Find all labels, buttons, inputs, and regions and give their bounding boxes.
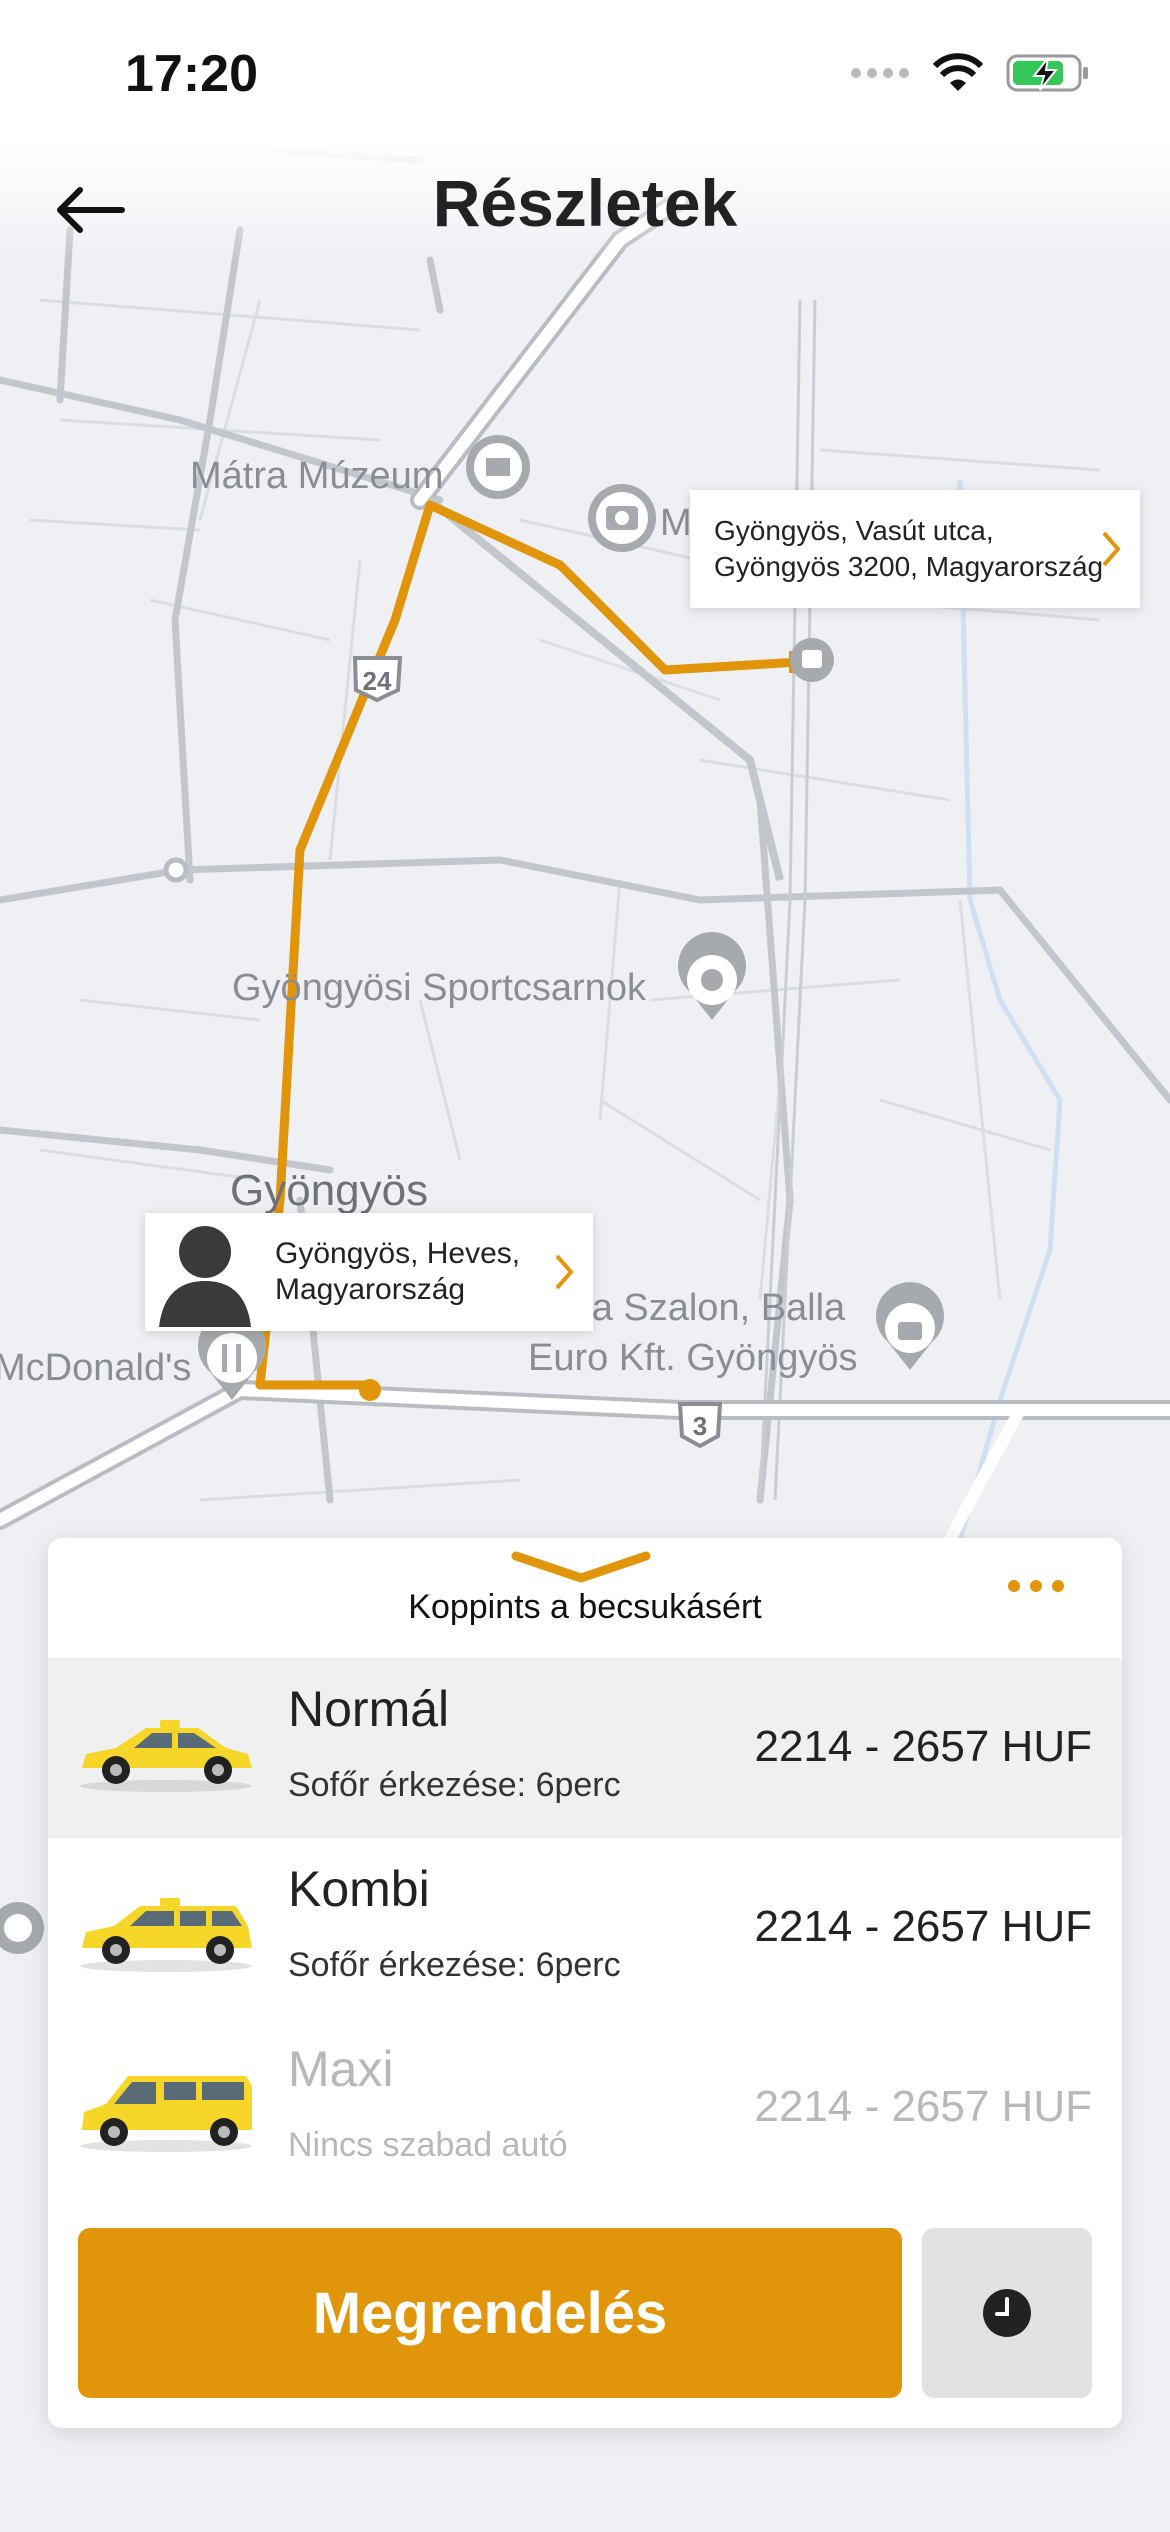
mcdonalds-map-label: McDonald's (0, 1347, 191, 1389)
collapse-hint[interactable]: Koppints a becsukásért (48, 1588, 1122, 1627)
car-selection-sheet: Koppints a becsukásért Normál Sofőr érke… (48, 1538, 1122, 2428)
price-range: 2214 - 2657 HUF (754, 2082, 1092, 2131)
more-dots-icon (1008, 1580, 1064, 1592)
car-name: Maxi (288, 2041, 394, 2097)
pickup-line2: Magyarország (275, 1273, 466, 1306)
page-title: Részletek (432, 166, 738, 240)
museum-map-label: Mátra Múzeum (190, 455, 443, 497)
car-name: Normál (288, 1681, 450, 1737)
signal-icon (851, 68, 909, 78)
status-bar: 17:20 (0, 0, 1170, 150)
driver-arrival: Sofőr érkezése: 6perc (288, 1766, 621, 1804)
collapse-handle[interactable] (506, 1548, 656, 1588)
station-poi-icon (790, 638, 834, 682)
price-range: 2214 - 2657 HUF (754, 1902, 1092, 1951)
museum-cut-map-label: M (660, 502, 692, 544)
shop-map-label-line1: ota Szalon, Balla (560, 1287, 846, 1329)
chevron-down-icon (511, 1551, 651, 1583)
status-time: 17:20 (125, 45, 258, 103)
car-option-normal[interactable]: Normál Sofőr érkezése: 6perc 2214 - 2657… (48, 1658, 1122, 1838)
wifi-icon (932, 53, 984, 91)
road-24-label: 24 (363, 666, 392, 696)
car-option-kombi[interactable]: Kombi Sofőr érkezése: 6perc 2214 - 2657 … (48, 1838, 1122, 2018)
clock-icon (983, 2289, 1031, 2337)
destination-callout[interactable]: Gyöngyös, Vasút utca, Gyöngyös 3200, Mag… (690, 490, 1140, 608)
driver-arrival: Sofőr érkezése: 6perc (288, 1946, 621, 1984)
sedan-car-icon (80, 1720, 252, 1792)
camera-poi-icon (588, 484, 656, 552)
station-wagon-car-icon (80, 1898, 252, 1972)
sports-hall-map-label: Gyöngyösi Sportcsarnok (232, 967, 647, 1009)
availability-status: Nincs szabad autó (288, 2126, 568, 2164)
car-option-maxi[interactable]: Maxi Nincs szabad autó 2214 - 2657 HUF (48, 2018, 1122, 2198)
pickup-line1: Gyöngyös, Heves, (275, 1237, 521, 1270)
van-car-icon (80, 2076, 252, 2152)
chevron-right-icon (1102, 531, 1121, 567)
battery-charging-icon (1006, 54, 1088, 92)
price-range: 2214 - 2657 HUF (754, 1722, 1092, 1771)
destination-line1: Gyöngyös, Vasút utca, (714, 515, 994, 546)
town-map-label: Gyöngyös (230, 1166, 428, 1215)
order-button[interactable]: Megrendelés (78, 2228, 902, 2398)
road-3-label: 3 (693, 1411, 707, 1441)
schedule-button[interactable] (922, 2228, 1092, 2398)
museum-poi-icon (466, 435, 530, 499)
car-name: Kombi (288, 1861, 430, 1917)
shop-map-label-line2: Euro Kft. Gyöngyös (528, 1337, 858, 1379)
person-avatar-icon (159, 1226, 251, 1327)
pickup-callout[interactable]: Gyöngyös, Heves, Magyarország (145, 1213, 593, 1331)
status-icons (850, 52, 1090, 94)
destination-line2: Gyöngyös 3200, Magyarország (714, 551, 1104, 582)
chevron-right-icon (555, 1254, 574, 1290)
more-options-button[interactable] (1006, 1566, 1066, 1606)
